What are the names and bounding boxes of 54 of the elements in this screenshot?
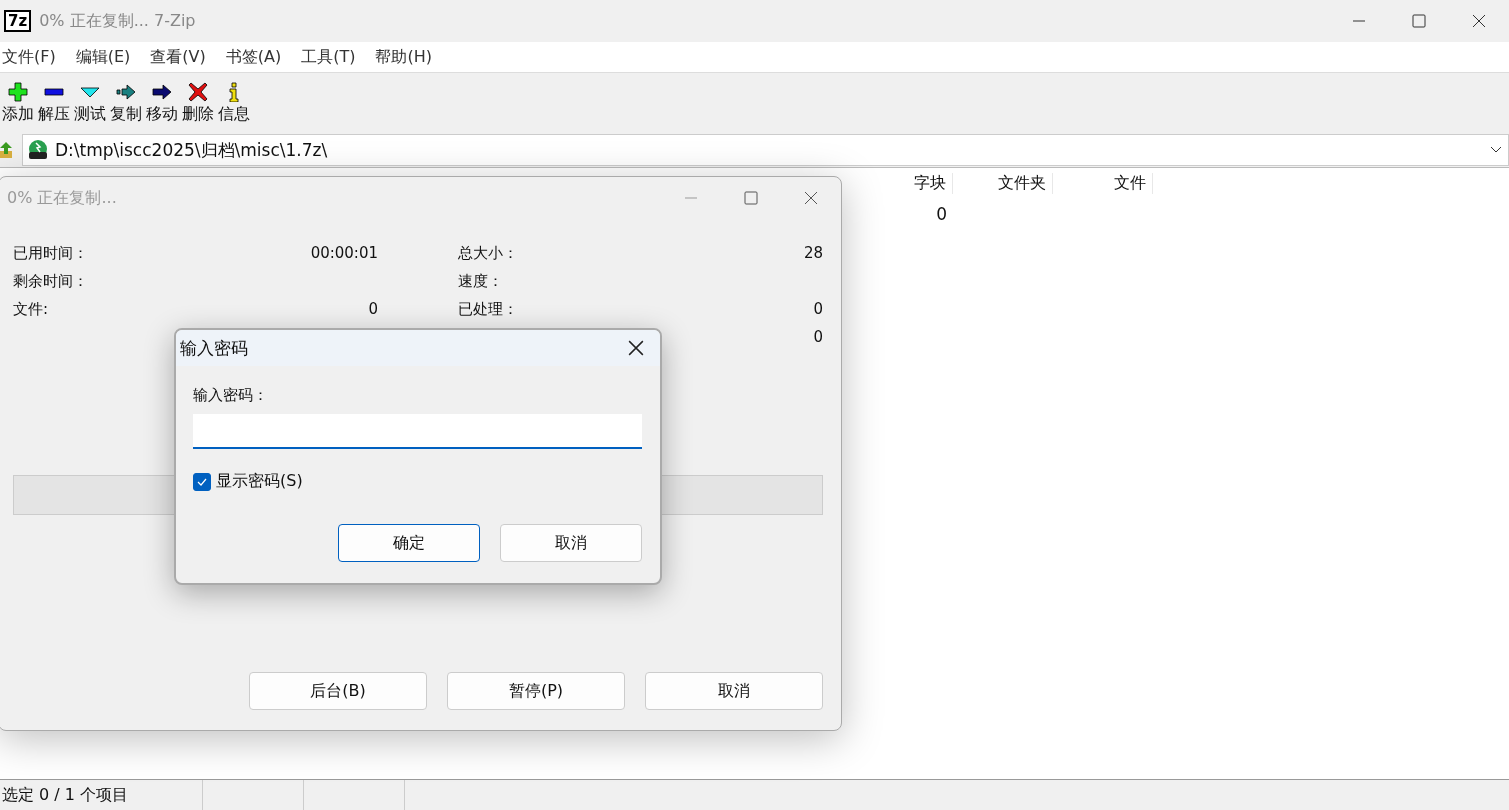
menu-item[interactable]: 工具(T) <box>299 46 368 68</box>
delete-icon <box>188 81 208 102</box>
window-title: 0% 正在复制... 7-Zip <box>39 10 196 32</box>
up-folder-icon[interactable] <box>0 141 14 159</box>
dialog-button[interactable]: 确定 <box>338 524 480 562</box>
stat-label: 总大小： <box>458 243 518 263</box>
dropdown-icon[interactable] <box>1490 146 1502 154</box>
column-header[interactable]: 文件 <box>1053 172 1153 194</box>
menu-item[interactable]: 书签(A) <box>223 46 294 68</box>
close-icon[interactable] <box>1472 14 1486 28</box>
stat-label: 剩余时间： <box>13 271 88 291</box>
stat-value: 0 <box>368 300 378 318</box>
dialog-button[interactable]: 取消 <box>500 524 642 562</box>
toolbar-button[interactable]: 信息 <box>216 81 252 125</box>
maximize-icon[interactable] <box>1412 14 1426 28</box>
app-logo: 7z <box>4 10 32 32</box>
archive-icon <box>27 139 49 161</box>
toolbar-button[interactable]: 测试 <box>72 81 108 125</box>
dialog-button[interactable]: 取消 <box>645 672 823 710</box>
toolbar-button[interactable]: 删除 <box>180 81 216 125</box>
column-header[interactable]: 文件夹 <box>953 172 1053 194</box>
toolbar-button[interactable]: 移动 <box>144 81 180 125</box>
stat-label: 文件: <box>13 299 49 319</box>
checkbox-label: 显示密码(S) <box>216 471 303 492</box>
stat-label: 已处理： <box>458 299 518 319</box>
stat-label: 已用时间： <box>13 243 88 263</box>
toolbar-button[interactable]: 复制 <box>108 81 144 125</box>
toolbar-button[interactable]: 添加 <box>0 81 36 125</box>
status-text: 选定 0 / 1 个项目 <box>1 784 130 806</box>
dialog-title: 输入密码 <box>180 336 248 360</box>
plus-icon <box>8 81 28 102</box>
dialog-button[interactable]: 暂停(P) <box>447 672 625 710</box>
arrow-icon <box>116 81 136 102</box>
address-field[interactable]: D:\tmp\iscc2025\归档\misc\1.7z\ <box>22 134 1509 166</box>
stat-value: 0 <box>813 300 823 318</box>
arrow-icon <box>152 81 172 102</box>
menu-item[interactable]: 帮助(H) <box>373 46 444 68</box>
password-field[interactable] <box>193 414 642 449</box>
stat-value: 00:00:01 <box>310 244 378 262</box>
close-icon[interactable] <box>804 191 818 205</box>
stat-value: 0 <box>813 328 823 346</box>
dialog-title: 0% 正在复制... <box>7 187 117 209</box>
stat-label: 速度： <box>458 271 503 291</box>
close-icon[interactable] <box>628 340 644 356</box>
checkbox[interactable] <box>193 472 211 491</box>
menu-item[interactable]: 文件(F) <box>0 46 68 68</box>
table-cell: 0 <box>936 204 947 224</box>
stat-value: 28 <box>803 244 823 262</box>
dialog-button[interactable]: 后台(B) <box>249 672 427 710</box>
menu-item[interactable]: 查看(V) <box>148 46 218 68</box>
field-label: 输入密码： <box>193 386 268 405</box>
menu-item[interactable]: 编辑(E) <box>73 46 143 68</box>
column-header[interactable]: 字块 <box>853 172 953 194</box>
toolbar-button[interactable]: 解压 <box>36 81 72 125</box>
